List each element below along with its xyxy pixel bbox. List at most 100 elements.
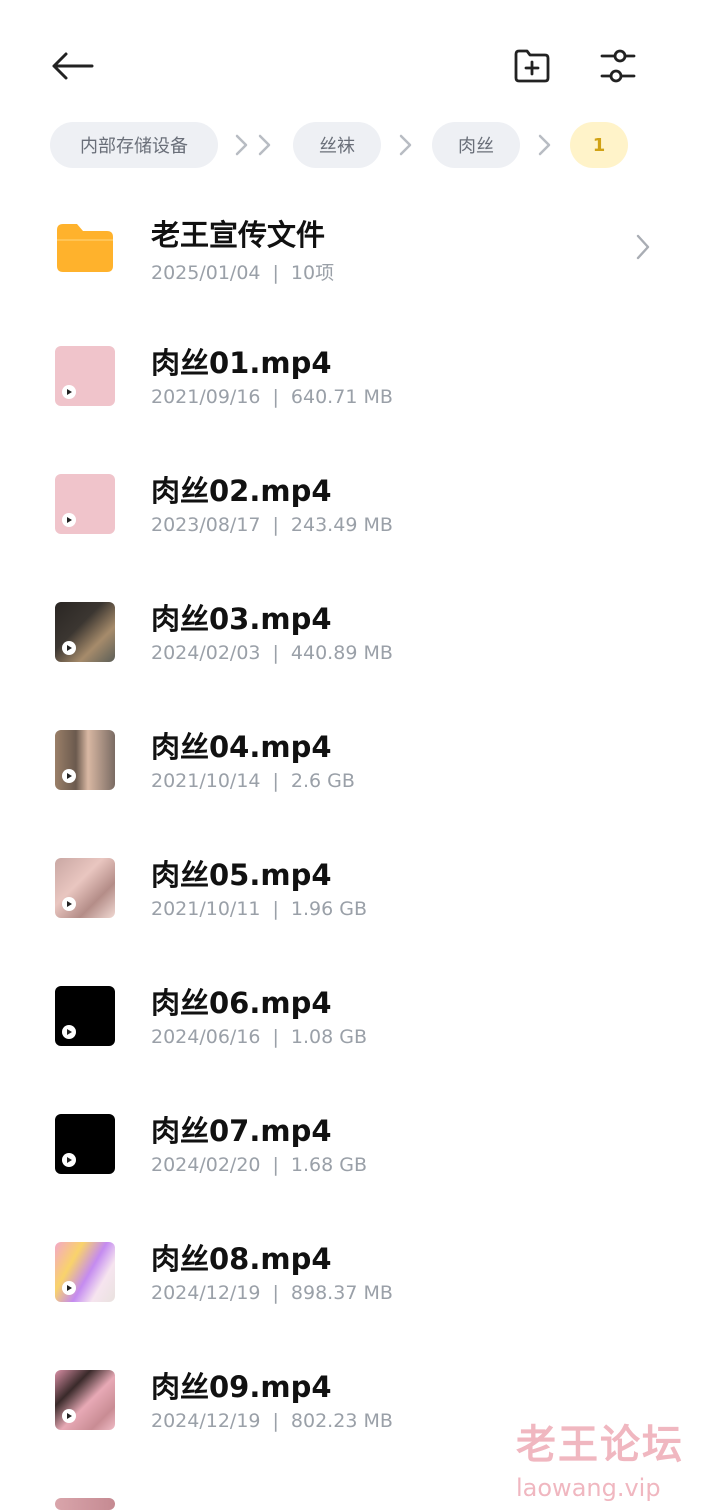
breadcrumb-item-stockings[interactable]: 丝袜 xyxy=(293,122,381,168)
file-name: 肉丝08.mp4 xyxy=(151,1242,332,1276)
file-date: 2021/10/14 xyxy=(151,770,261,792)
file-size: 2.6 GB xyxy=(290,770,355,792)
file-name: 肉丝03.mp4 xyxy=(151,602,332,636)
file-date: 2023/08/17 xyxy=(151,514,261,536)
breadcrumb-label: 1 xyxy=(592,134,606,156)
meta-separator: | xyxy=(272,514,279,536)
chevron-right-icon xyxy=(235,134,271,156)
file-size: 802.23 MB xyxy=(290,1410,393,1432)
file-row[interactable]: 肉丝05.mp4 2021/10/11 | 1.96 GB xyxy=(0,830,702,958)
play-icon xyxy=(62,1153,76,1167)
file-name: 肉丝04.mp4 xyxy=(151,730,332,764)
file-meta: 2024/12/19 | 898.37 MB xyxy=(151,1282,393,1304)
breadcrumb-label: 肉丝 xyxy=(458,136,494,157)
back-button[interactable] xyxy=(42,40,102,92)
new-folder-button[interactable] xyxy=(502,40,562,92)
file-date: 2024/12/19 xyxy=(151,1282,261,1304)
meta-separator: | xyxy=(272,642,279,664)
breadcrumb-item-internal-storage[interactable]: 内部存储设备 xyxy=(50,122,218,168)
breadcrumb-separator xyxy=(234,122,274,168)
breadcrumb-label: 内部存储设备 xyxy=(80,136,188,157)
file-size: 1.68 GB xyxy=(290,1154,368,1176)
watermark: 老王论坛 laowang.vip xyxy=(516,1412,686,1502)
sliders-icon xyxy=(600,49,636,83)
file-meta: 2024/02/03 | 440.89 MB xyxy=(151,642,393,664)
meta-separator: | xyxy=(272,770,279,792)
video-thumbnail xyxy=(55,730,115,790)
breadcrumb: 内部存储设备 丝袜 肉丝 1 xyxy=(50,122,690,170)
file-row[interactable]: 肉丝04.mp4 2021/10/14 | 2.6 GB xyxy=(0,702,702,830)
play-icon xyxy=(62,1025,76,1039)
file-row[interactable]: 肉丝06.mp4 2024/06/16 | 1.08 GB xyxy=(0,958,702,1086)
play-icon xyxy=(62,513,76,527)
file-name: 肉丝01.mp4 xyxy=(151,346,332,380)
watermark-title: 老王论坛 xyxy=(516,1422,684,1468)
file-meta: 2021/10/14 | 2.6 GB xyxy=(151,770,355,792)
meta-separator: | xyxy=(272,898,279,920)
play-icon xyxy=(62,897,76,911)
file-meta: 2023/08/17 | 243.49 MB xyxy=(151,514,393,536)
breadcrumb-separator xyxy=(537,122,553,168)
filter-settings-button[interactable] xyxy=(588,40,648,92)
file-size: 1.08 GB xyxy=(290,1026,368,1048)
meta-separator: | xyxy=(272,1026,279,1048)
file-name: 肉丝09.mp4 xyxy=(151,1370,332,1404)
chevron-right-icon xyxy=(538,134,551,156)
folder-row[interactable]: 老王宣传文件 2025/01/04 | 10项 xyxy=(0,190,702,318)
file-size: 898.37 MB xyxy=(290,1282,393,1304)
video-thumbnail xyxy=(55,858,115,918)
file-name: 肉丝02.mp4 xyxy=(151,474,332,508)
file-row[interactable]: 肉丝02.mp4 2023/08/17 | 243.49 MB xyxy=(0,446,702,574)
video-thumbnail xyxy=(55,1370,115,1430)
file-size: 640.71 MB xyxy=(290,386,393,408)
meta-separator: | xyxy=(272,1410,279,1432)
play-icon xyxy=(62,1281,76,1295)
file-size: 1.96 GB xyxy=(290,898,368,920)
file-size: 243.49 MB xyxy=(290,514,393,536)
file-meta: 2024/12/19 | 802.23 MB xyxy=(151,1410,393,1432)
video-thumbnail xyxy=(55,346,115,406)
video-thumbnail xyxy=(55,602,115,662)
file-date: 2024/02/20 xyxy=(151,1154,261,1176)
file-date: 2024/06/16 xyxy=(151,1026,261,1048)
file-meta: 2024/02/20 | 1.68 GB xyxy=(151,1154,367,1176)
breadcrumb-separator xyxy=(398,122,414,168)
folder-name: 老王宣传文件 xyxy=(151,218,326,252)
file-name: 肉丝05.mp4 xyxy=(151,858,332,892)
file-row[interactable]: 肉丝03.mp4 2024/02/03 | 440.89 MB xyxy=(0,574,702,702)
top-bar xyxy=(0,0,702,120)
file-name: 肉丝07.mp4 xyxy=(151,1114,332,1148)
breadcrumb-label: 丝袜 xyxy=(319,136,355,157)
play-icon xyxy=(62,385,76,399)
folder-shape xyxy=(57,224,113,272)
file-meta: 2021/10/11 | 1.96 GB xyxy=(151,898,367,920)
video-thumbnail xyxy=(55,1114,115,1174)
video-thumbnail xyxy=(55,1242,115,1302)
breadcrumb-item-current[interactable]: 1 xyxy=(570,122,628,168)
file-date: 2021/09/16 xyxy=(151,386,261,408)
breadcrumb-item-rousi[interactable]: 肉丝 xyxy=(432,122,520,168)
file-name: 肉丝06.mp4 xyxy=(151,986,332,1020)
chevron-right-icon xyxy=(399,134,412,156)
watermark-url: laowang.vip xyxy=(516,1474,661,1502)
folder-item-count: 10项 xyxy=(290,262,335,284)
file-row[interactable]: 肉丝08.mp4 2024/12/19 | 898.37 MB xyxy=(0,1214,702,1342)
meta-separator: | xyxy=(272,1282,279,1304)
file-row[interactable]: 肉丝07.mp4 2024/02/20 | 1.68 GB xyxy=(0,1086,702,1214)
file-meta: 2024/06/16 | 1.08 GB xyxy=(151,1026,367,1048)
folder-icon xyxy=(55,218,115,278)
file-row[interactable]: 肉丝01.mp4 2021/09/16 | 640.71 MB xyxy=(0,318,702,446)
file-size: 440.89 MB xyxy=(290,642,393,664)
chevron-right-icon xyxy=(636,234,650,260)
folder-date: 2025/01/04 xyxy=(151,262,261,284)
folder-plus-icon xyxy=(514,49,550,83)
file-meta: 2021/09/16 | 640.71 MB xyxy=(151,386,393,408)
file-date: 2024/12/19 xyxy=(151,1410,261,1432)
play-icon xyxy=(62,1409,76,1423)
arrow-left-icon xyxy=(52,52,94,80)
video-thumbnail xyxy=(55,986,115,1046)
meta-separator: | xyxy=(272,1154,279,1176)
file-date: 2024/02/03 xyxy=(151,642,261,664)
play-icon xyxy=(62,641,76,655)
video-thumbnail xyxy=(55,474,115,534)
